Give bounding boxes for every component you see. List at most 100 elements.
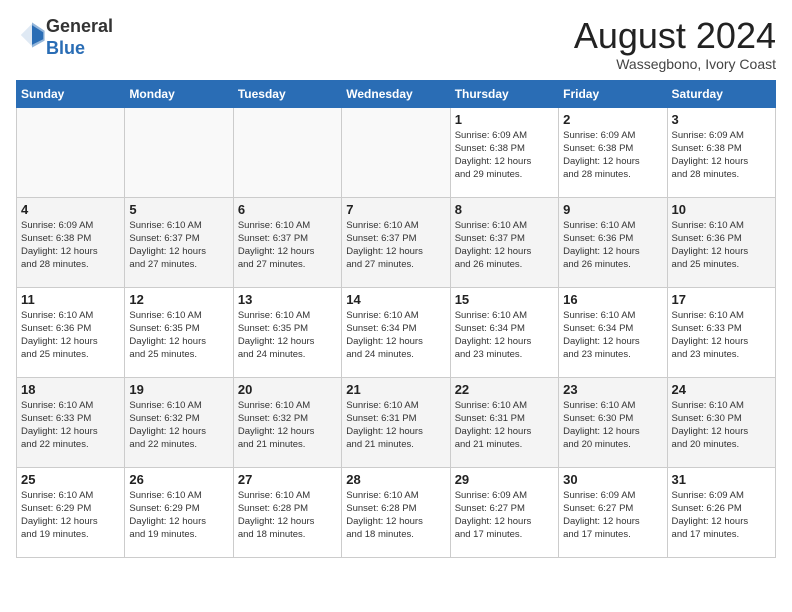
calendar-day-cell: 10 Sunrise: 6:10 AM Sunset: 6:36 PM Dayli…: [667, 197, 775, 287]
calendar-day-cell: 14 Sunrise: 6:10 AM Sunset: 6:34 PM Dayli…: [342, 287, 450, 377]
logo: General Blue: [16, 16, 113, 59]
calendar-day-cell: 19 Sunrise: 6:10 AM Sunset: 6:32 PM Dayli…: [125, 377, 233, 467]
day-number: 24: [672, 382, 771, 397]
day-number: 4: [21, 202, 120, 217]
calendar-day-cell: 5 Sunrise: 6:10 AM Sunset: 6:37 PM Daylig…: [125, 197, 233, 287]
calendar-day-cell: 17Sunrise: 6:10 AM Sunset: 6:33 PM Dayli…: [667, 287, 775, 377]
day-info: Sunrise: 6:10 AM Sunset: 6:35 PM Dayligh…: [129, 309, 228, 362]
day-info: Sunrise: 6:10 AM Sunset: 6:36 PM Dayligh…: [672, 219, 771, 272]
day-number: 11: [21, 292, 120, 307]
day-info: Sunrise: 6:10 AM Sunset: 6:28 PM Dayligh…: [238, 489, 337, 542]
day-number: 28: [346, 472, 445, 487]
calendar-day-cell: 1 Sunrise: 6:09 AM Sunset: 6:38 PM Daylig…: [450, 107, 558, 197]
calendar-week-row: 25 Sunrise: 6:10 AM Sunset: 6:29 PM Dayli…: [17, 467, 776, 557]
calendar-day-cell: 28 Sunrise: 6:10 AM Sunset: 6:28 PM Dayli…: [342, 467, 450, 557]
calendar-day-cell: 16 Sunrise: 6:10 AM Sunset: 6:34 PM Dayli…: [559, 287, 667, 377]
calendar-table: SundayMondayTuesdayWednesdayThursdayFrid…: [16, 80, 776, 558]
day-info: Sunrise: 6:10 AM Sunset: 6:29 PM Dayligh…: [129, 489, 228, 542]
calendar-day-cell: 22 Sunrise: 6:10 AM Sunset: 6:31 PM Dayli…: [450, 377, 558, 467]
day-number: 1: [455, 112, 554, 127]
day-info: Sunrise: 6:10 AM Sunset: 6:34 PM Dayligh…: [455, 309, 554, 362]
logo-icon: [18, 21, 46, 49]
day-number: 22: [455, 382, 554, 397]
day-info: Sunrise: 6:10 AM Sunset: 6:37 PM Dayligh…: [129, 219, 228, 272]
calendar-day-cell: 31 Sunrise: 6:09 AM Sunset: 6:26 PM Dayli…: [667, 467, 775, 557]
title-block: August 2024 Wassegbono, Ivory Coast: [574, 16, 776, 72]
page-header: General Blue August 2024 Wassegbono, Ivo…: [16, 16, 776, 72]
day-info: Sunrise: 6:10 AM Sunset: 6:30 PM Dayligh…: [672, 399, 771, 452]
day-info: Sunrise: 6:09 AM Sunset: 6:38 PM Dayligh…: [455, 129, 554, 182]
calendar-week-row: 11 Sunrise: 6:10 AM Sunset: 6:36 PM Dayli…: [17, 287, 776, 377]
calendar-day-cell: 29 Sunrise: 6:09 AM Sunset: 6:27 PM Dayli…: [450, 467, 558, 557]
day-info: Sunrise: 6:09 AM Sunset: 6:27 PM Dayligh…: [563, 489, 662, 542]
weekday-header: Monday: [125, 80, 233, 107]
day-number: 31: [672, 472, 771, 487]
day-info: Sunrise: 6:09 AM Sunset: 6:26 PM Dayligh…: [672, 489, 771, 542]
day-info: Sunrise: 6:09 AM Sunset: 6:38 PM Dayligh…: [672, 129, 771, 182]
day-number: 14: [346, 292, 445, 307]
calendar-day-cell: 13Sunrise: 6:10 AM Sunset: 6:35 PM Dayli…: [233, 287, 341, 377]
day-info: Sunrise: 6:10 AM Sunset: 6:37 PM Dayligh…: [346, 219, 445, 272]
day-info: Sunrise: 6:10 AM Sunset: 6:34 PM Dayligh…: [346, 309, 445, 362]
day-number: 13: [238, 292, 337, 307]
location-subtitle: Wassegbono, Ivory Coast: [574, 56, 776, 72]
day-info: Sunrise: 6:10 AM Sunset: 6:34 PM Dayligh…: [563, 309, 662, 362]
header-row: SundayMondayTuesdayWednesdayThursdayFrid…: [17, 80, 776, 107]
day-number: 9: [563, 202, 662, 217]
day-number: 7: [346, 202, 445, 217]
calendar-day-cell: [125, 107, 233, 197]
day-info: Sunrise: 6:10 AM Sunset: 6:36 PM Dayligh…: [563, 219, 662, 272]
calendar-week-row: 18 Sunrise: 6:10 AM Sunset: 6:33 PM Dayli…: [17, 377, 776, 467]
day-number: 2: [563, 112, 662, 127]
day-info: Sunrise: 6:10 AM Sunset: 6:31 PM Dayligh…: [346, 399, 445, 452]
day-number: 6: [238, 202, 337, 217]
day-number: 10: [672, 202, 771, 217]
weekday-header: Tuesday: [233, 80, 341, 107]
calendar-day-cell: 3 Sunrise: 6:09 AM Sunset: 6:38 PM Daylig…: [667, 107, 775, 197]
day-info: Sunrise: 6:10 AM Sunset: 6:32 PM Dayligh…: [129, 399, 228, 452]
day-number: 29: [455, 472, 554, 487]
weekday-header: Thursday: [450, 80, 558, 107]
calendar-week-row: 4 Sunrise: 6:09 AM Sunset: 6:38 PM Daylig…: [17, 197, 776, 287]
day-number: 30: [563, 472, 662, 487]
weekday-header: Sunday: [17, 80, 125, 107]
day-number: 25: [21, 472, 120, 487]
day-number: 12: [129, 292, 228, 307]
day-number: 27: [238, 472, 337, 487]
day-info: Sunrise: 6:10 AM Sunset: 6:28 PM Dayligh…: [346, 489, 445, 542]
calendar-day-cell: 30 Sunrise: 6:09 AM Sunset: 6:27 PM Dayli…: [559, 467, 667, 557]
calendar-day-cell: 6 Sunrise: 6:10 AM Sunset: 6:37 PM Daylig…: [233, 197, 341, 287]
day-number: 8: [455, 202, 554, 217]
calendar-day-cell: 24 Sunrise: 6:10 AM Sunset: 6:30 PM Dayli…: [667, 377, 775, 467]
day-info: Sunrise: 6:10 AM Sunset: 6:37 PM Dayligh…: [238, 219, 337, 272]
day-info: Sunrise: 6:10 AM Sunset: 6:36 PM Dayligh…: [21, 309, 120, 362]
weekday-header: Saturday: [667, 80, 775, 107]
day-info: Sunrise: 6:10 AM Sunset: 6:33 PM Dayligh…: [21, 399, 120, 452]
day-info: Sunrise: 6:09 AM Sunset: 6:27 PM Dayligh…: [455, 489, 554, 542]
day-info: Sunrise: 6:10 AM Sunset: 6:31 PM Dayligh…: [455, 399, 554, 452]
calendar-day-cell: 9 Sunrise: 6:10 AM Sunset: 6:36 PM Daylig…: [559, 197, 667, 287]
calendar-day-cell: 20Sunrise: 6:10 AM Sunset: 6:32 PM Dayli…: [233, 377, 341, 467]
logo-general-text: General: [46, 16, 113, 36]
day-info: Sunrise: 6:10 AM Sunset: 6:37 PM Dayligh…: [455, 219, 554, 272]
day-number: 3: [672, 112, 771, 127]
day-number: 5: [129, 202, 228, 217]
day-info: Sunrise: 6:09 AM Sunset: 6:38 PM Dayligh…: [21, 219, 120, 272]
weekday-header: Friday: [559, 80, 667, 107]
calendar-day-cell: [233, 107, 341, 197]
day-number: 16: [563, 292, 662, 307]
calendar-day-cell: 2Sunrise: 6:09 AM Sunset: 6:38 PM Daylig…: [559, 107, 667, 197]
calendar-day-cell: 23Sunrise: 6:10 AM Sunset: 6:30 PM Dayli…: [559, 377, 667, 467]
day-info: Sunrise: 6:10 AM Sunset: 6:32 PM Dayligh…: [238, 399, 337, 452]
calendar-day-cell: 25Sunrise: 6:10 AM Sunset: 6:29 PM Dayli…: [17, 467, 125, 557]
calendar-day-cell: 7 Sunrise: 6:10 AM Sunset: 6:37 PM Daylig…: [342, 197, 450, 287]
day-number: 15: [455, 292, 554, 307]
day-number: 26: [129, 472, 228, 487]
day-info: Sunrise: 6:10 AM Sunset: 6:30 PM Dayligh…: [563, 399, 662, 452]
calendar-day-cell: 27 Sunrise: 6:10 AM Sunset: 6:28 PM Dayli…: [233, 467, 341, 557]
calendar-day-cell: [342, 107, 450, 197]
day-number: 18: [21, 382, 120, 397]
weekday-header: Wednesday: [342, 80, 450, 107]
calendar-day-cell: 15 Sunrise: 6:10 AM Sunset: 6:34 PM Dayli…: [450, 287, 558, 377]
day-number: 19: [129, 382, 228, 397]
